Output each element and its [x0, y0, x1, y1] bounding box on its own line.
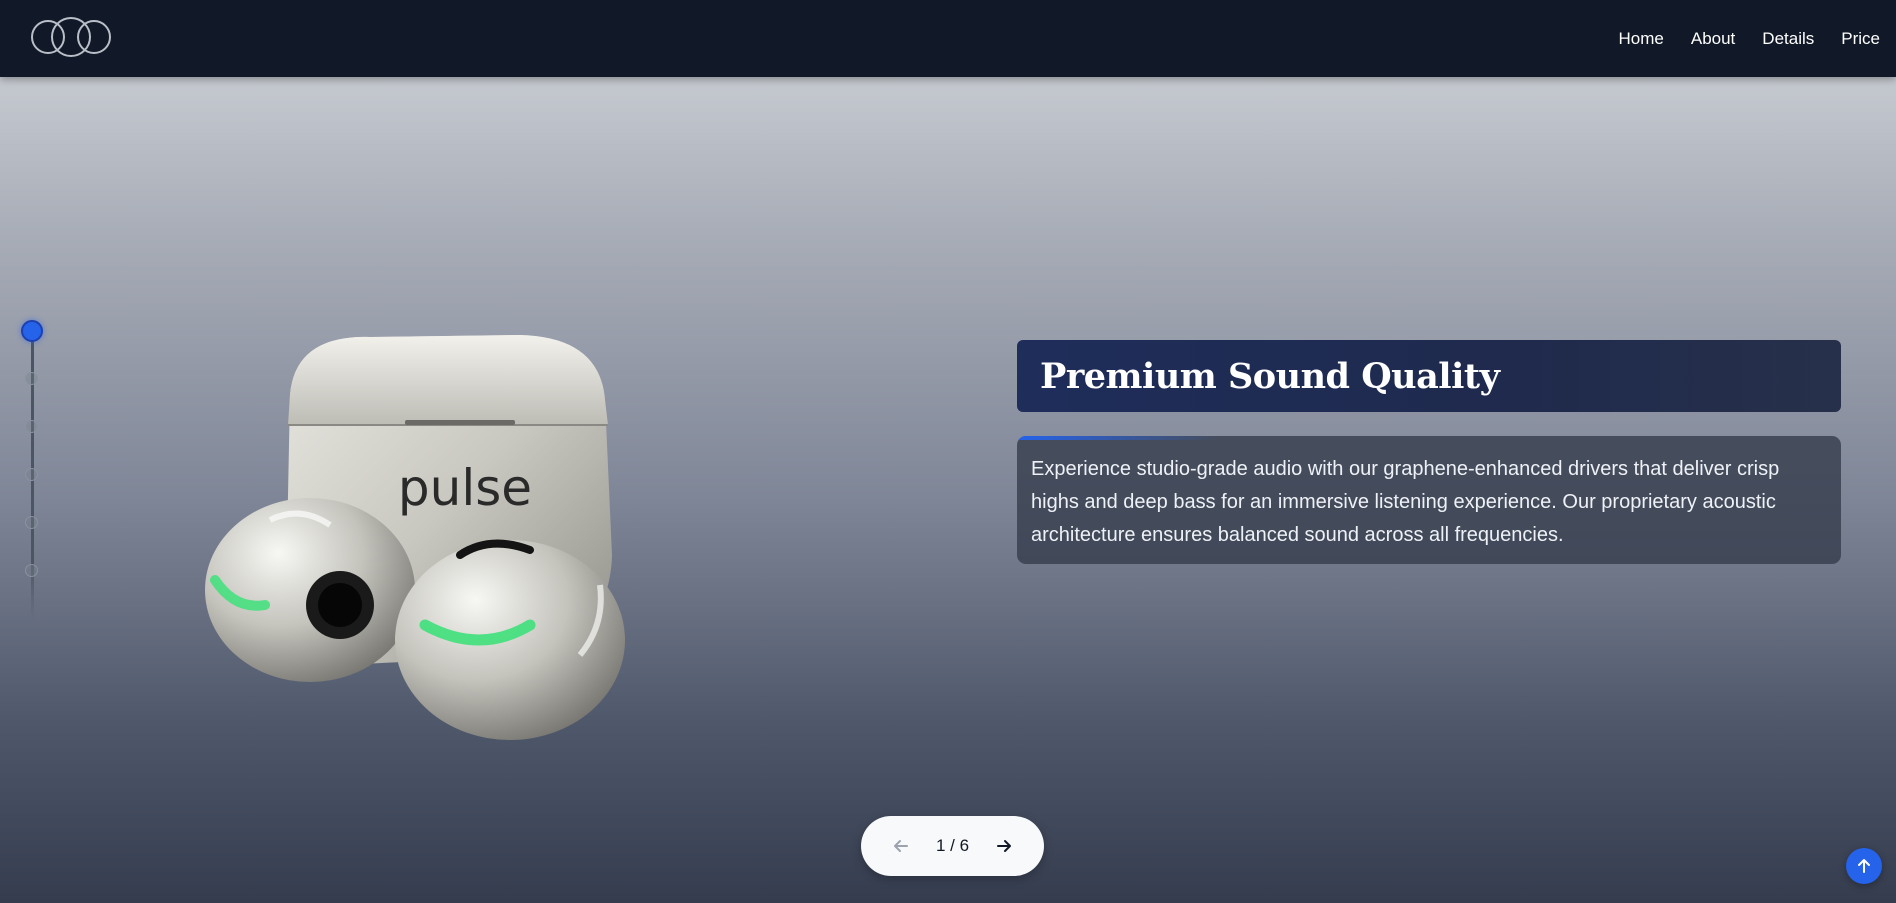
- slide-title-box: Premium Sound Quality: [1017, 340, 1841, 412]
- main-nav: Home About Details Price: [1592, 0, 1881, 77]
- scroll-to-top-button[interactable]: [1846, 848, 1882, 884]
- arrow-up-icon: [1858, 859, 1870, 873]
- nav-details-link[interactable]: Details: [1762, 29, 1814, 49]
- nav-about-link[interactable]: About: [1691, 29, 1735, 49]
- progress-dot-5[interactable]: [25, 516, 38, 529]
- nav-home-link[interactable]: Home: [1619, 29, 1664, 49]
- earbuds-product-image: pulse: [205, 335, 625, 740]
- arrow-left-icon[interactable]: [890, 835, 912, 857]
- arrow-right-icon[interactable]: [993, 835, 1015, 857]
- triple-ring-logo[interactable]: [30, 16, 112, 58]
- description-accent-bar: [1017, 436, 1217, 440]
- pager-count: 1 / 6: [935, 836, 970, 855]
- top-navbar: Home About Details Price: [0, 0, 1896, 77]
- slide-description-box: Experience studio-grade audio with our g…: [1017, 436, 1841, 564]
- progress-dot-1[interactable]: [21, 320, 43, 342]
- case-brand-print: pulse: [398, 459, 532, 517]
- slide-description: Experience studio-grade audio with our g…: [1031, 458, 1780, 546]
- progress-dot-4[interactable]: [25, 468, 38, 481]
- slide-pager: 1 / 6: [861, 816, 1044, 876]
- progress-dot-2[interactable]: [25, 372, 38, 385]
- progress-dot-6[interactable]: [25, 564, 38, 577]
- nav-price-link[interactable]: Price: [1841, 29, 1880, 49]
- slide-progress-rail: [20, 320, 44, 625]
- slide-title: Premium Sound Quality: [1040, 355, 1500, 397]
- progress-dot-3[interactable]: [25, 420, 38, 433]
